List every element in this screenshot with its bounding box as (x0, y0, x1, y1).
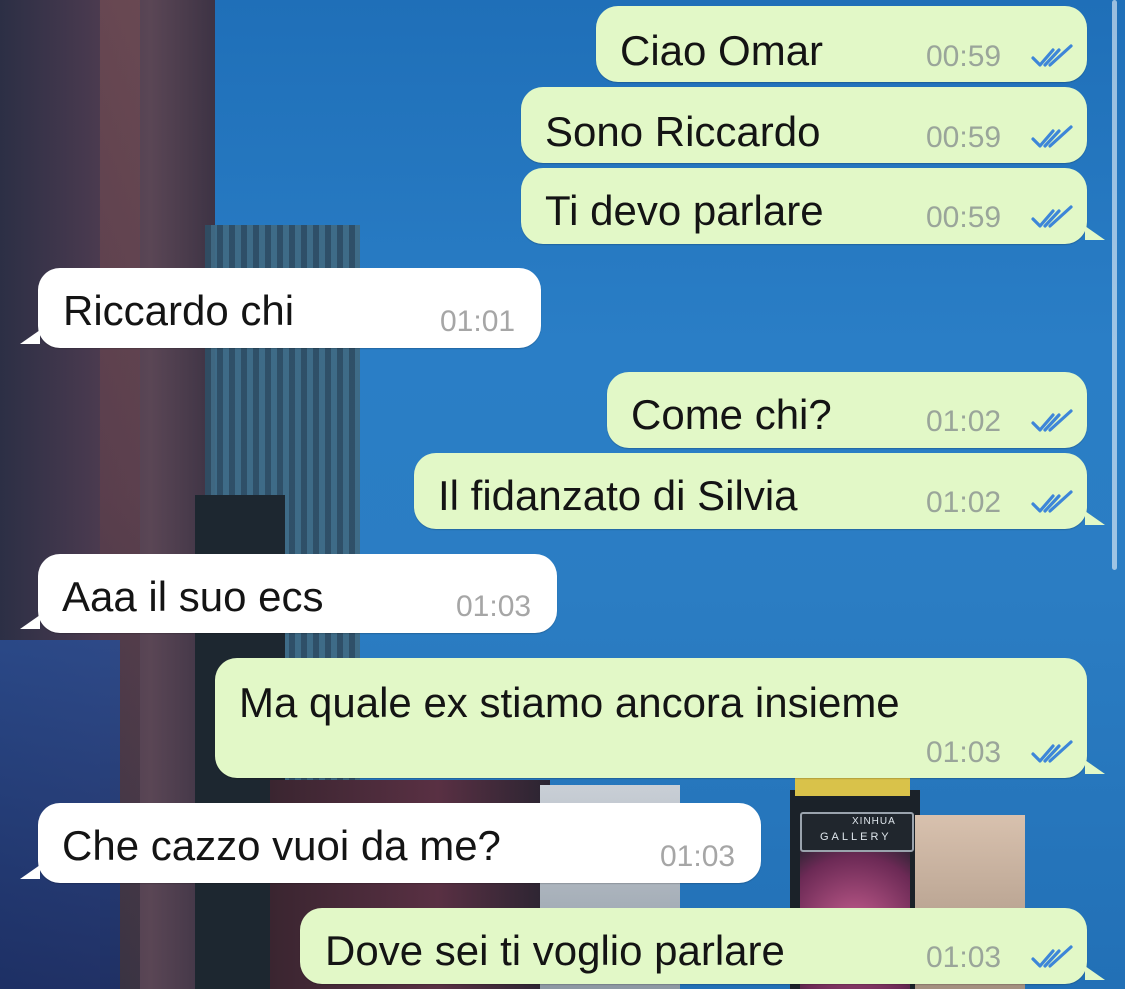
message-time: 01:01 (440, 305, 516, 338)
outgoing-message-bubble[interactable]: Ciao Omar 00:59 (596, 6, 1087, 82)
bubble-tail (1085, 511, 1105, 525)
incoming-message-bubble[interactable]: Che cazzo vuoi da me? 01:03 (20, 803, 761, 883)
wallpaper-sign-text: GALLERY (820, 831, 892, 843)
message-text: Che cazzo vuoi da me? (62, 822, 501, 869)
bubble-tail (1085, 760, 1105, 774)
message-text: Ma quale ex stiamo ancora insieme (239, 679, 900, 726)
incoming-message-bubble[interactable]: Aaa il suo ecs 01:03 (20, 554, 557, 633)
message-text: Il fidanzato di Silvia (438, 472, 798, 519)
bubble-tail (1085, 226, 1105, 240)
message-time: 01:03 (456, 590, 532, 623)
scrollbar[interactable] (1112, 0, 1117, 570)
message-time: 01:02 (926, 486, 1002, 519)
message-text: Aaa il suo ecs (62, 573, 324, 620)
outgoing-message-bubble[interactable]: Il fidanzato di Silvia 01:02 (414, 453, 1105, 529)
outgoing-message-bubble[interactable]: Ti devo parlare 00:59 (521, 168, 1105, 244)
read-ticks-icon (1031, 740, 1073, 763)
message-text: Sono Riccardo (545, 108, 821, 155)
incoming-message-bubble[interactable]: Riccardo chi 01:01 (20, 268, 541, 348)
bubble-tail (20, 615, 40, 629)
message-time: 01:03 (926, 941, 1002, 974)
message-time: 00:59 (926, 40, 1002, 73)
wallpaper-sign-text: XINHUA (852, 816, 896, 827)
read-ticks-icon (1031, 125, 1073, 148)
message-time: 01:03 (926, 736, 1002, 769)
message-text: Riccardo chi (63, 287, 295, 334)
message-text: Come chi? (631, 391, 832, 438)
message-time: 01:02 (926, 405, 1002, 438)
bubble-tail (20, 330, 40, 344)
read-ticks-icon (1031, 205, 1073, 228)
bubble-tail (1085, 966, 1105, 980)
read-ticks-icon (1031, 490, 1073, 513)
message-time: 00:59 (926, 121, 1002, 154)
read-ticks-icon (1031, 409, 1073, 432)
outgoing-message-bubble[interactable]: Ma quale ex stiamo ancora insieme 01:03 (215, 658, 1105, 778)
outgoing-message-bubble[interactable]: Dove sei ti voglio parlare 01:03 (300, 908, 1105, 984)
bubble-tail (20, 865, 40, 879)
wallpaper-sign-xinhua: XINHUA GALLERY (800, 812, 914, 852)
message-text: Dove sei ti voglio parlare (325, 927, 785, 974)
message-time: 01:03 (660, 840, 736, 873)
read-ticks-icon (1031, 44, 1073, 67)
message-time: 00:59 (926, 201, 1002, 234)
outgoing-message-bubble[interactable]: Come chi? 01:02 (607, 372, 1087, 448)
read-ticks-icon (1031, 945, 1073, 968)
wallpaper-sign (795, 778, 910, 796)
message-text: Ciao Omar (620, 27, 824, 74)
message-text: Ti devo parlare (545, 187, 824, 234)
outgoing-message-bubble[interactable]: Sono Riccardo 00:59 (521, 87, 1087, 163)
